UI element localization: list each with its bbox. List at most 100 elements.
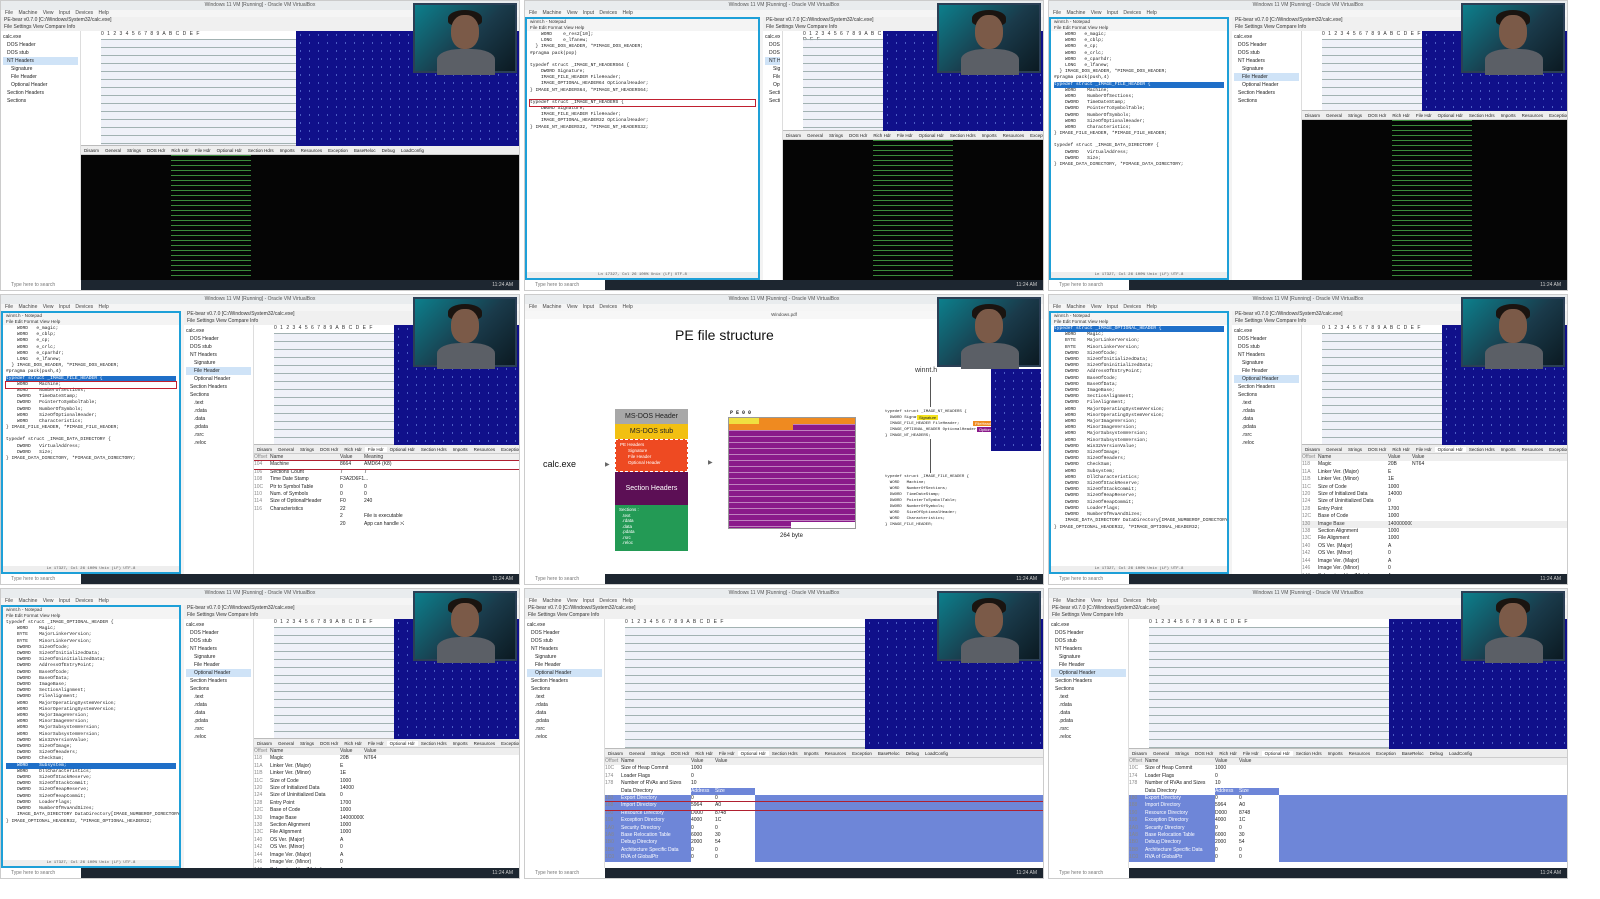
tab-loadconfig[interactable]: LoadConfig: [922, 751, 951, 756]
tree-item[interactable]: Signature: [1234, 359, 1299, 367]
table-row[interactable]: 144 Image Ver. (Major) A: [254, 852, 519, 859]
tab-richhdr[interactable]: Rich Hdr: [1389, 447, 1413, 452]
tree-item[interactable]: Signature: [3, 65, 78, 73]
hex-view[interactable]: 0 1 2 3 4 5 6 7 8 9 A B C D E F: [254, 325, 394, 445]
tree-item[interactable]: Section Headers: [186, 677, 251, 685]
tab-resources[interactable]: Resources: [298, 148, 326, 153]
tab-exception[interactable]: Exception: [849, 751, 875, 756]
tab-general[interactable]: General: [1323, 113, 1345, 118]
tab-optionalhdr[interactable]: Optional Hdr: [387, 447, 418, 452]
tree-item[interactable]: .text: [186, 399, 251, 407]
tree-item[interactable]: .rdata: [186, 701, 251, 709]
tree-item[interactable]: DOS Header: [3, 41, 78, 49]
table-row[interactable]: 138 Section Alignment 1000: [254, 822, 519, 829]
tree-item[interactable]: .text: [527, 693, 602, 701]
tree-item[interactable]: NT Headers: [1234, 57, 1299, 65]
tree-item[interactable]: .reloc: [527, 733, 602, 741]
table-row[interactable]: 104 Machine 8664 AMD64 (K8): [254, 460, 519, 470]
table-row[interactable]: Data Directory Address Size: [605, 787, 1043, 796]
tab-disasm[interactable]: Disasm: [605, 751, 626, 756]
tab-exception[interactable]: Exception: [325, 148, 351, 153]
tree-item[interactable]: .rsrc: [186, 431, 251, 439]
tab-resources[interactable]: Resources: [1519, 113, 1547, 118]
tab-basereloc[interactable]: BaseReloc: [351, 148, 379, 153]
table-row[interactable]: 118 Magic 20B NT64: [1302, 461, 1567, 468]
tab-strings[interactable]: Strings: [124, 148, 144, 153]
tree-item[interactable]: NT Headers: [1234, 351, 1299, 359]
tree-item[interactable]: .rdata: [1234, 407, 1299, 415]
table-row[interactable]: 2 File is executable: [254, 513, 519, 520]
tree-item[interactable]: .data: [186, 415, 251, 423]
tab-sectionhdrs[interactable]: Section Hdrs: [1466, 113, 1498, 118]
tree-item[interactable]: .data: [186, 709, 251, 717]
tab-debug[interactable]: Debug: [1427, 751, 1446, 756]
taskbar-search[interactable]: Type here to search: [525, 574, 605, 584]
tab-doshdr[interactable]: DOS Hdr: [1365, 113, 1389, 118]
tab-optionalhdr[interactable]: Optional Hdr: [386, 741, 418, 746]
table-row[interactable]: 140 OS Ver. (Major) A: [254, 837, 519, 844]
tree-item[interactable]: File Header: [765, 73, 780, 81]
thumbnail-6[interactable]: Windows 11 VM [Running] - Oracle VM Virt…: [1048, 294, 1568, 585]
tree-item[interactable]: Section Headers: [186, 383, 251, 391]
tree-item[interactable]: Optional Header: [1051, 669, 1126, 677]
taskbar-search[interactable]: Type here to search: [525, 868, 605, 878]
table-row[interactable]: 1C0 RVA of GlobalPtr 0 0: [605, 854, 1043, 862]
tree-item[interactable]: File Header: [1234, 73, 1299, 81]
table-row[interactable]: 1B0 Debug Directory 2000 54: [1129, 839, 1567, 847]
tree-item[interactable]: Section Headers: [527, 677, 602, 685]
tree-item[interactable]: Sections: [1234, 391, 1299, 399]
tree-item[interactable]: .reloc: [1234, 439, 1299, 447]
table-row[interactable]: 10C Ptr to Symbol Table 0 0: [254, 484, 519, 491]
tab-imports[interactable]: Imports: [1498, 447, 1519, 452]
taskbar-search[interactable]: Type here to search: [1049, 868, 1129, 878]
hex-view[interactable]: 0 1 2 3 4 5 6 7 8 9 A B C D E F: [1302, 31, 1422, 111]
table-row[interactable]: 198 Exception Directory 4000 1C: [1129, 817, 1567, 825]
tab-richhdr[interactable]: Rich Hdr: [870, 133, 894, 138]
tab-imports[interactable]: Imports: [1325, 751, 1346, 756]
tree-item[interactable]: DOS stub: [1051, 637, 1126, 645]
notepad-text[interactable]: typedef struct _IMAGE_OPTIONAL_HEADER { …: [1051, 325, 1227, 532]
table-row[interactable]: 11C Size of Code 1000: [1302, 484, 1567, 491]
table-row[interactable]: 188 Import Directory 5964 A0: [605, 801, 1043, 811]
taskbar-search[interactable]: Type here to search: [1, 280, 81, 290]
tab-imports[interactable]: Imports: [1498, 113, 1519, 118]
tree-item[interactable]: DOS stub: [1234, 343, 1299, 351]
tab-disasm[interactable]: Disasm: [254, 741, 275, 746]
hex-view[interactable]: 0 1 2 3 4 5 6 7 8 9 A B C D E F: [1129, 619, 1389, 749]
hex-view[interactable]: 0 1 2 3 4 5 6 7 8 9 A B C D E F: [1302, 325, 1442, 445]
tab-filehdr[interactable]: File Hdr: [192, 148, 214, 153]
tree-item[interactable]: calc.exe: [3, 33, 78, 41]
table-row[interactable]: 120 Size of Initialized Data 14000: [1302, 491, 1567, 498]
notepad-text[interactable]: WORD e_magic; WORD e_cblp; WORD e_cp; WO…: [3, 325, 179, 463]
tab-disasm[interactable]: Disasm: [1129, 751, 1150, 756]
tree-item[interactable]: DOS Header: [1051, 629, 1126, 637]
table-row[interactable]: 118 Magic 20B NT64: [254, 755, 519, 762]
tab-filehdr[interactable]: File Hdr: [365, 741, 387, 746]
tree-item[interactable]: Signature: [765, 65, 780, 73]
tab-general[interactable]: General: [626, 751, 648, 756]
tab-filehdr[interactable]: File Hdr: [894, 133, 916, 138]
tree-item[interactable]: .rdata: [186, 407, 251, 415]
tree-item[interactable]: .rsrc: [186, 725, 251, 733]
table-row[interactable]: 124 Size of Uninitialized Data 0: [1302, 498, 1567, 505]
tab-imports[interactable]: Imports: [450, 447, 471, 452]
tab-exception[interactable]: Exception: [1373, 751, 1399, 756]
tab-exception[interactable]: Exception: [498, 447, 519, 452]
tab-filehdr[interactable]: File Hdr: [364, 447, 387, 452]
tab-resources[interactable]: Resources: [1346, 751, 1374, 756]
tree-item[interactable]: DOS Header: [527, 629, 602, 637]
tab-imports[interactable]: Imports: [450, 741, 471, 746]
table-row[interactable]: 180 Export Directory 0 0: [605, 795, 1043, 803]
tree-item[interactable]: .reloc: [186, 439, 251, 447]
tab-strings[interactable]: Strings: [1172, 751, 1192, 756]
tab-imports[interactable]: Imports: [277, 148, 298, 153]
tree-item[interactable]: Optional Header: [1234, 81, 1299, 89]
tab-disasm[interactable]: Disasm: [81, 148, 102, 153]
tab-doshdr[interactable]: DOS Hdr: [317, 741, 341, 746]
table-row[interactable]: 190 Resource Directory D000 8748: [1129, 809, 1567, 818]
tree-item[interactable]: .reloc: [1051, 733, 1126, 741]
tree-item[interactable]: Sections: [186, 685, 251, 693]
tree-item[interactable]: calc.exe: [527, 621, 602, 629]
tab-filehdr[interactable]: File Hdr: [1240, 751, 1262, 756]
table-row[interactable]: 190 Resource Directory D000 8748: [605, 809, 1043, 818]
